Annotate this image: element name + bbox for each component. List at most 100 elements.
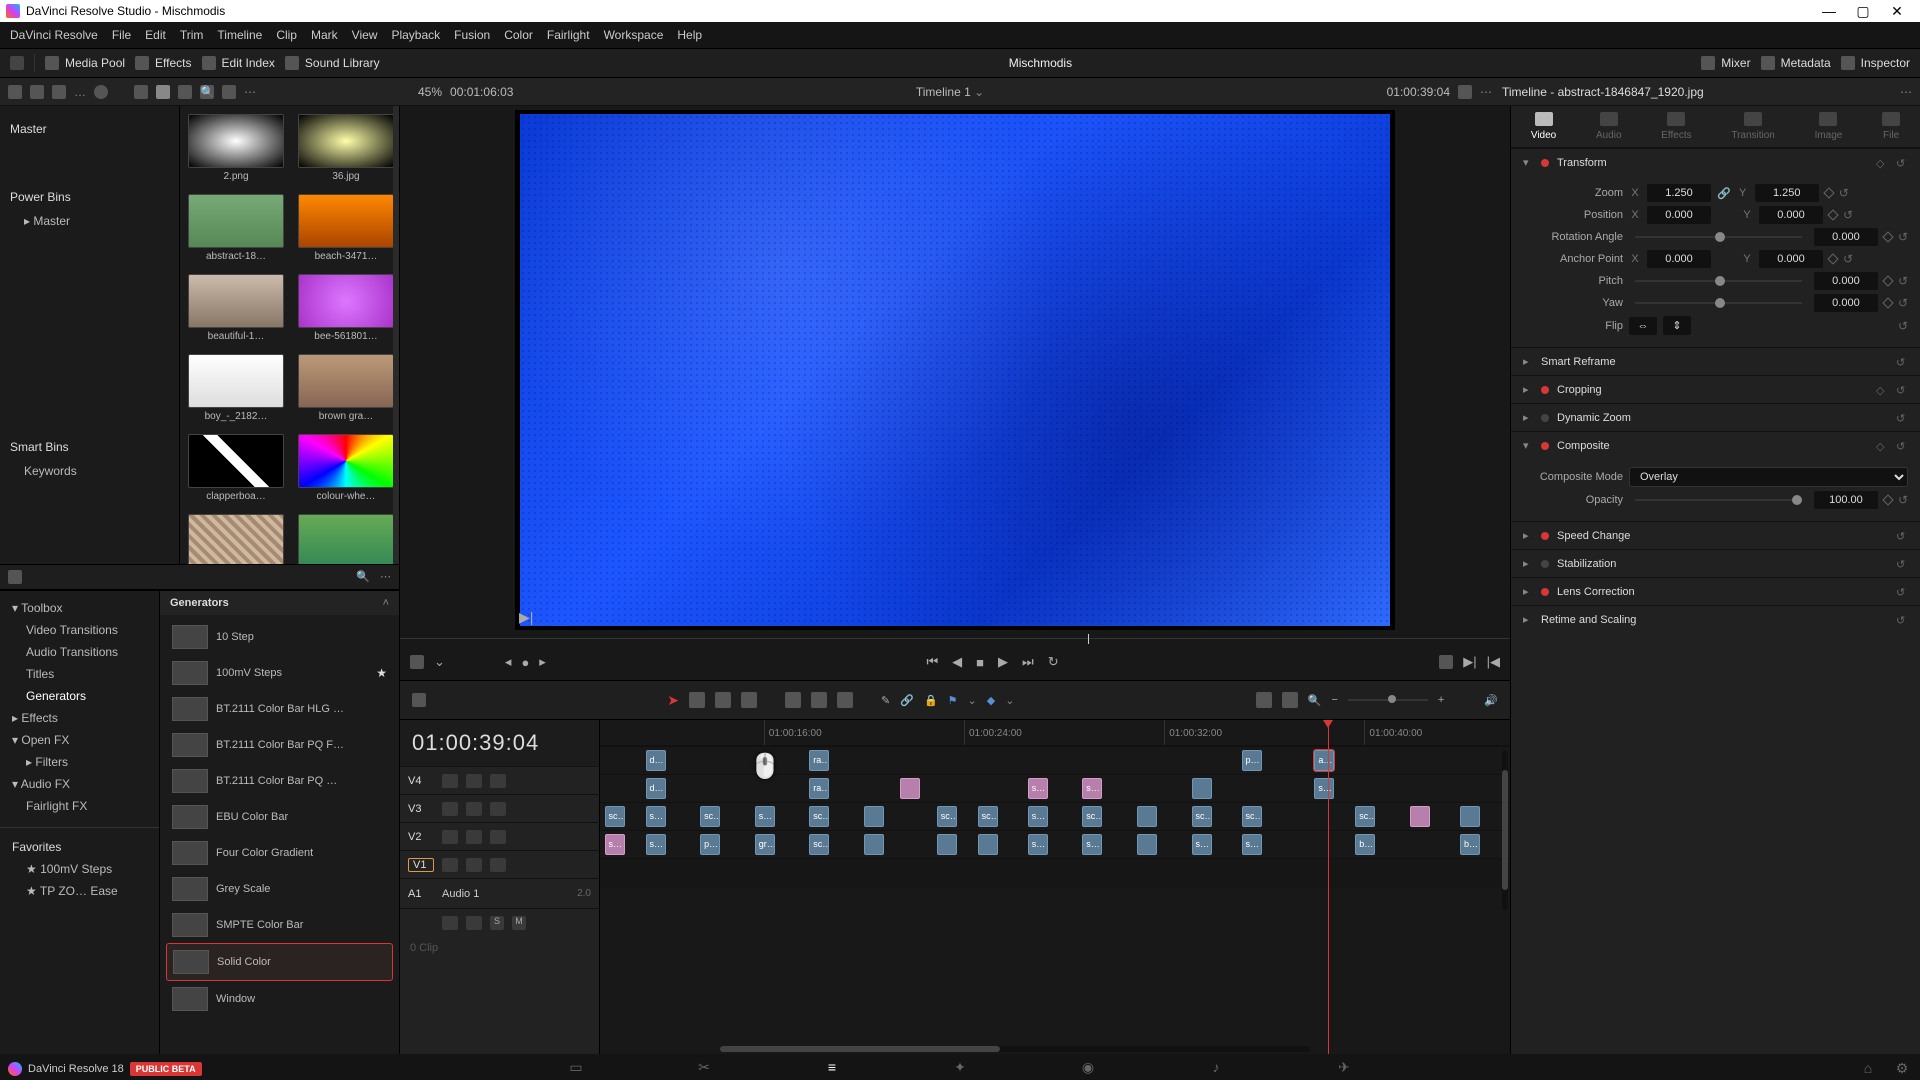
auto-select-icon[interactable] [466,774,482,788]
viewer-canvas[interactable] [520,114,1390,626]
track-v3-header[interactable]: V3 [400,794,599,822]
clip[interactable] [1137,806,1157,827]
rotation-slider[interactable] [1635,236,1802,238]
clip[interactable]: sc… [1355,806,1375,827]
menu-timeline[interactable]: Timeline [217,28,262,42]
generator-window[interactable]: Window [166,981,393,1017]
edit-page-button[interactable]: ≡ [822,1059,842,1075]
zoom-x-field[interactable]: 1.250 [1647,184,1711,202]
menu-trim[interactable]: Trim [180,28,204,42]
clip[interactable] [978,834,998,855]
retime-header[interactable]: ▸Retime and Scaling↺ [1511,606,1920,633]
tracks-area[interactable]: 01:00:16:0001:00:24:0001:00:32:0001:00:4… [600,720,1510,1054]
viewer-more-icon[interactable]: ⋯ [1480,85,1492,99]
playhead[interactable] [1328,720,1329,1054]
keywords-bin[interactable]: Keywords [10,460,169,482]
inspector-tab-video[interactable]: Video [1531,112,1556,141]
clip-thumb[interactable]: boy_-_2182… [188,354,284,422]
clip[interactable] [864,834,884,855]
clip[interactable]: s… [646,806,666,827]
clip[interactable]: sc… [1242,806,1262,827]
generator-bt-2111-color-bar-hlg-[interactable]: BT.2111 Color Bar HLG … [166,691,393,727]
reset-icon[interactable]: ↺ [1896,157,1908,169]
clip[interactable]: sc… [978,806,998,827]
keyframe-icon[interactable]: ◇ [1876,157,1888,169]
blade-tool[interactable] [741,692,757,708]
razor-icon[interactable]: ✎ [881,694,890,707]
menu-edit[interactable]: Edit [145,28,166,42]
replace-icon[interactable] [837,692,853,708]
clip[interactable] [1192,778,1212,799]
clip[interactable]: b… [1355,834,1375,855]
inspector-tab-audio[interactable]: Audio [1596,112,1622,141]
zoom-fit-icon[interactable] [1282,692,1298,708]
audio-icon[interactable]: 🔊 [1484,694,1498,707]
clip[interactable]: b… [1460,834,1480,855]
menu-playback[interactable]: Playback [391,28,440,42]
selection-tool[interactable]: ➤ [667,692,679,709]
fx-more-icon[interactable]: ⋯ [380,570,391,583]
sound-library-toggle[interactable]: Sound Library [285,56,380,70]
clip[interactable]: s… [1028,806,1048,827]
overlay-icon[interactable] [410,655,424,669]
clip[interactable]: sc… [937,806,957,827]
clip[interactable]: sc… [700,806,720,827]
link-icon[interactable] [52,85,66,99]
single-viewer-icon[interactable] [1439,655,1453,669]
filters-row[interactable]: ▸ Filters [0,751,159,773]
play-reverse-button[interactable]: ◀ [952,654,962,670]
media-page-button[interactable]: ▭ [566,1059,586,1075]
timeline-name[interactable]: Timeline 1 ⌄ [916,85,984,99]
generator-bt-2111-color-bar-pq-f-[interactable]: BT.2111 Color Bar PQ F… [166,727,393,763]
next-arrow-icon[interactable]: ▸ [539,654,546,670]
clip[interactable]: sc… [1082,806,1102,827]
clip[interactable]: sc… [605,806,625,827]
last-frame-button[interactable]: ⏭ [1022,654,1034,670]
track-v4-header[interactable]: V4 [400,766,599,794]
clip[interactable] [937,834,957,855]
anchor-y-field[interactable]: 0.000 [1759,250,1823,268]
maximize-button[interactable]: ▢ [1846,3,1880,20]
timeline-view-icon[interactable] [412,693,426,707]
yaw-field[interactable]: 0.000 [1814,294,1878,312]
list-view-icon[interactable] [134,85,148,99]
color-page-button[interactable]: ◉ [1078,1059,1098,1075]
clip[interactable]: sc… [809,806,829,827]
track-a1-header[interactable]: A1Audio 12.0 [400,878,599,908]
bin-view-icon[interactable] [8,85,22,99]
smart-reframe-header[interactable]: ▸Smart Reframe↺ [1511,348,1920,375]
time-ruler[interactable]: 01:00:16:0001:00:24:0001:00:32:0001:00:4… [600,720,1510,746]
effects-toggle[interactable]: Effects [135,56,191,70]
inspector-toggle[interactable]: Inspector [1841,56,1910,70]
deliver-page-button[interactable]: ✈ [1334,1059,1354,1075]
minimize-button[interactable]: — [1812,3,1846,19]
clip[interactable]: sc… [1192,806,1212,827]
flip-h-button[interactable]: ⇔ [1629,317,1657,335]
generator-bt-2111-color-bar-pq-[interactable]: BT.2111 Color Bar PQ … [166,763,393,799]
generators-row[interactable]: Generators [0,685,159,707]
clip-thumb[interactable]: colour-whe… [298,434,394,502]
menu-clip[interactable]: Clip [276,28,297,42]
track-v1-header[interactable]: V1 [400,850,599,878]
clip[interactable]: p… [1242,750,1262,771]
toolbox-row[interactable]: ▾ Toolbox [0,597,159,619]
composite-mode-select[interactable]: Overlay [1629,467,1908,487]
lock-icon[interactable]: 🔒 [924,694,938,707]
yaw-slider[interactable] [1635,302,1802,304]
fav-100mv[interactable]: ★ 100mV Steps [0,858,159,880]
match-frame-icon[interactable]: ● [521,655,529,670]
fx-panel-icon[interactable] [8,570,22,584]
clip[interactable]: s… [1242,834,1262,855]
clip[interactable] [900,778,920,799]
clip[interactable]: ra… [809,750,829,771]
media-pool-toggle[interactable]: Media Pool [45,56,125,70]
record-icon[interactable] [94,85,108,99]
menu-help[interactable]: Help [677,28,702,42]
menu-file[interactable]: File [112,28,131,42]
menu-fusion[interactable]: Fusion [454,28,490,42]
fusion-page-button[interactable]: ✦ [950,1059,970,1075]
clip-thumb[interactable]: 36.jpg [298,114,394,182]
menu-workspace[interactable]: Workspace [604,28,664,42]
clip[interactable] [1460,806,1480,827]
clip[interactable]: sc… [809,834,829,855]
